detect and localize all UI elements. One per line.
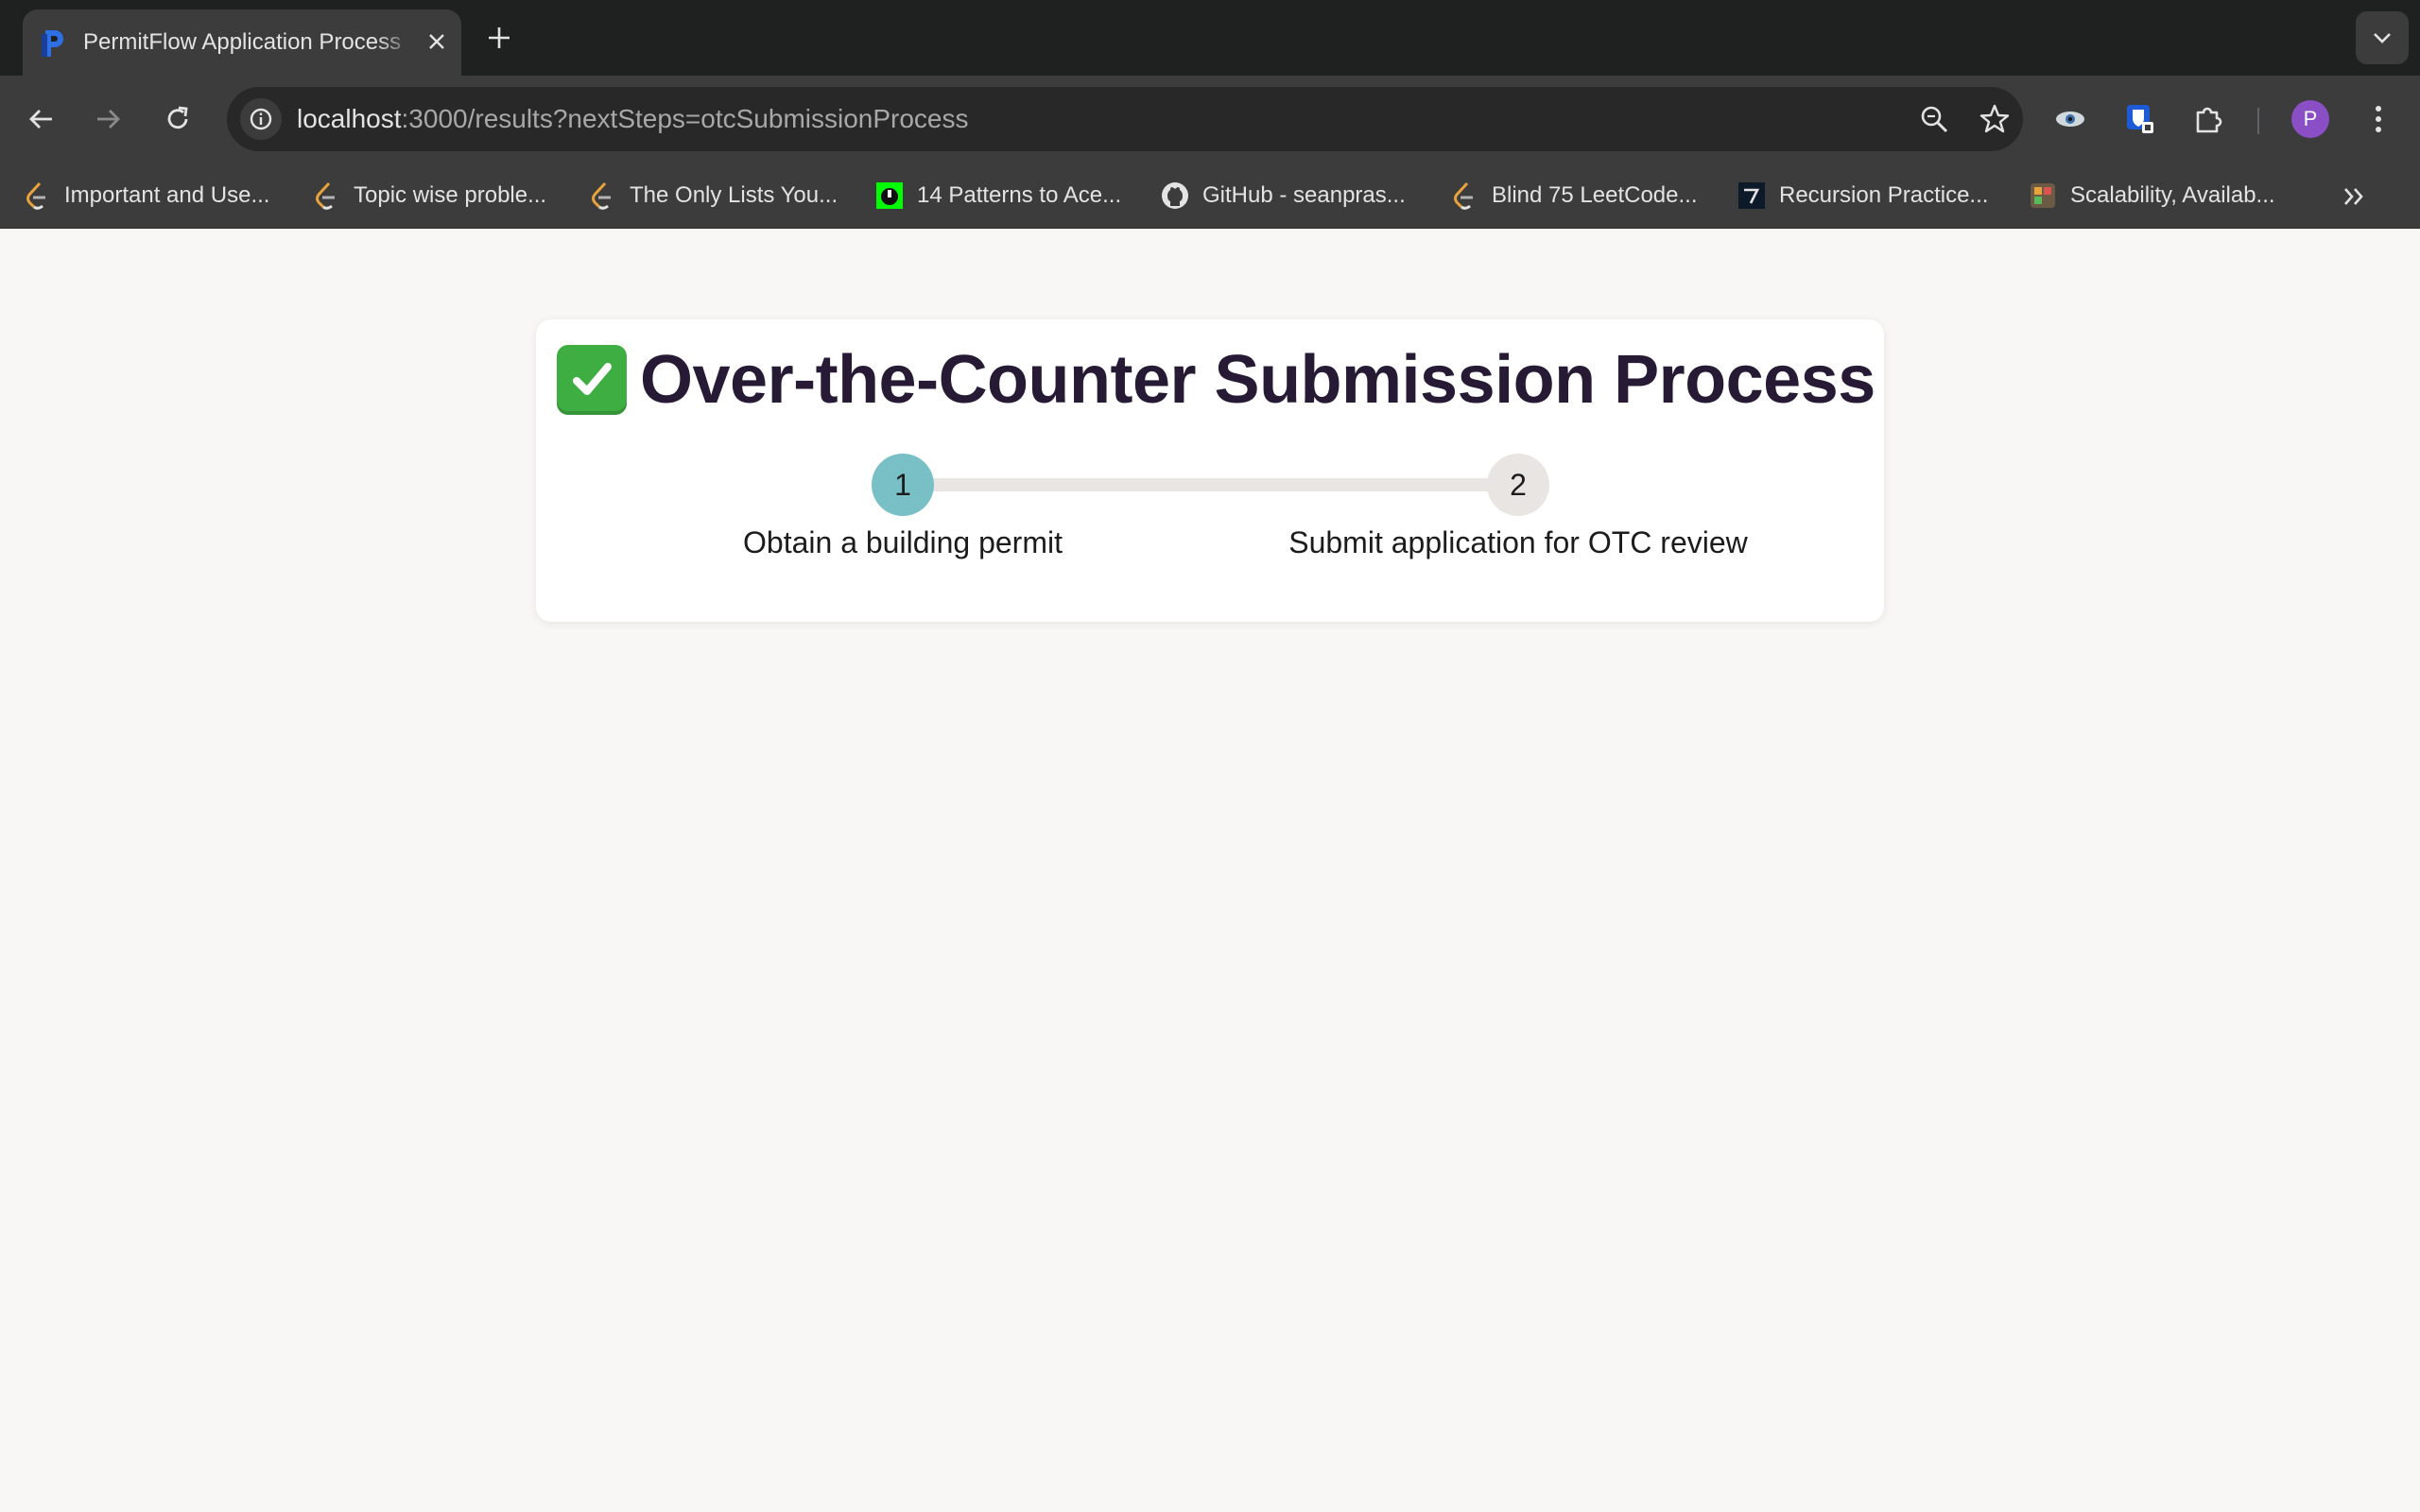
- new-tab-plus-icon[interactable]: [480, 19, 518, 57]
- page-title: Over-the-Counter Submission Process: [640, 342, 1876, 418]
- bookmark-item[interactable]: The Only Lists You...: [588, 178, 838, 214]
- leetcode-icon: [23, 181, 51, 210]
- step-number: 2: [1510, 467, 1527, 502]
- process-card: Over-the-Counter Submission Process 1 Ob…: [536, 319, 1884, 622]
- tab-search-chevron-icon[interactable]: [2356, 11, 2409, 64]
- browser-tab[interactable]: PermitFlow Application Process: [23, 9, 461, 76]
- bookmarks-bar: Important and Use... Topic wise proble..…: [0, 163, 2420, 229]
- extensions-puzzle-icon[interactable]: [2187, 98, 2229, 140]
- check-mark-icon: [557, 345, 627, 415]
- process-stepper: 1 Obtain a building permit 2 Submit appl…: [536, 454, 1884, 567]
- hackernoon-icon: [875, 181, 904, 210]
- bookmarks-overflow-chevron-icon[interactable]: [2335, 178, 2373, 215]
- step-1-indicator[interactable]: 1: [872, 454, 934, 516]
- step-2-indicator[interactable]: 2: [1487, 454, 1549, 516]
- zoom-magnifier-icon[interactable]: [1915, 100, 1953, 138]
- url-text: localhost:3000/results?nextSteps=otcSubm…: [297, 104, 969, 133]
- bookmark-item[interactable]: Recursion Practice...: [1737, 178, 1988, 214]
- leetcode-icon: [588, 181, 616, 210]
- bookmark-star-icon[interactable]: [1976, 100, 2014, 138]
- step-1-label: Obtain a building permit: [743, 525, 1063, 559]
- bookmark-item[interactable]: Topic wise proble...: [312, 178, 546, 214]
- address-bar[interactable]: localhost:3000/results?nextSteps=otcSubm…: [227, 87, 2023, 151]
- step-number: 1: [894, 467, 911, 502]
- bookmark-item[interactable]: 14 Patterns to Ace...: [875, 178, 1121, 214]
- permitflow-favicon-icon: [40, 28, 68, 59]
- close-tab-icon[interactable]: [420, 25, 454, 59]
- bitwarden-shield-icon[interactable]: [2119, 98, 2161, 140]
- bookmark-item[interactable]: Scalability, Availab...: [2029, 178, 2275, 214]
- step-2-label: Submit application for OTC review: [1288, 525, 1748, 559]
- tab-strip: PermitFlow Application Process: [0, 0, 2420, 76]
- bookmark-item[interactable]: Important and Use...: [23, 178, 269, 214]
- browser-toolbar: localhost:3000/results?nextSteps=otcSubm…: [0, 76, 2420, 163]
- more-menu-kebab-icon[interactable]: [2358, 98, 2399, 140]
- forward-arrow-icon[interactable]: [85, 96, 130, 142]
- site-info-icon[interactable]: [240, 98, 282, 140]
- leetcode-icon: [1450, 181, 1478, 210]
- reload-icon[interactable]: [155, 96, 200, 142]
- site-icon: [2029, 181, 2057, 210]
- leetcode-icon: [312, 181, 340, 210]
- eye-extension-icon[interactable]: [2049, 98, 2091, 140]
- github-icon: [1161, 181, 1189, 210]
- bookmark-item[interactable]: Blind 75 LeetCode...: [1450, 178, 1698, 214]
- stepper-connector: [903, 478, 1519, 491]
- tab-title: PermitFlow Application Process: [83, 26, 414, 60]
- bookmark-item[interactable]: GitHub - seanpras...: [1161, 178, 1406, 214]
- profile-avatar[interactable]: P: [2291, 100, 2329, 138]
- back-arrow-icon[interactable]: [19, 96, 64, 142]
- site-icon: [1737, 181, 1766, 210]
- page-title-row: Over-the-Counter Submission Process: [557, 342, 1876, 418]
- toolbar-divider: [2257, 108, 2259, 134]
